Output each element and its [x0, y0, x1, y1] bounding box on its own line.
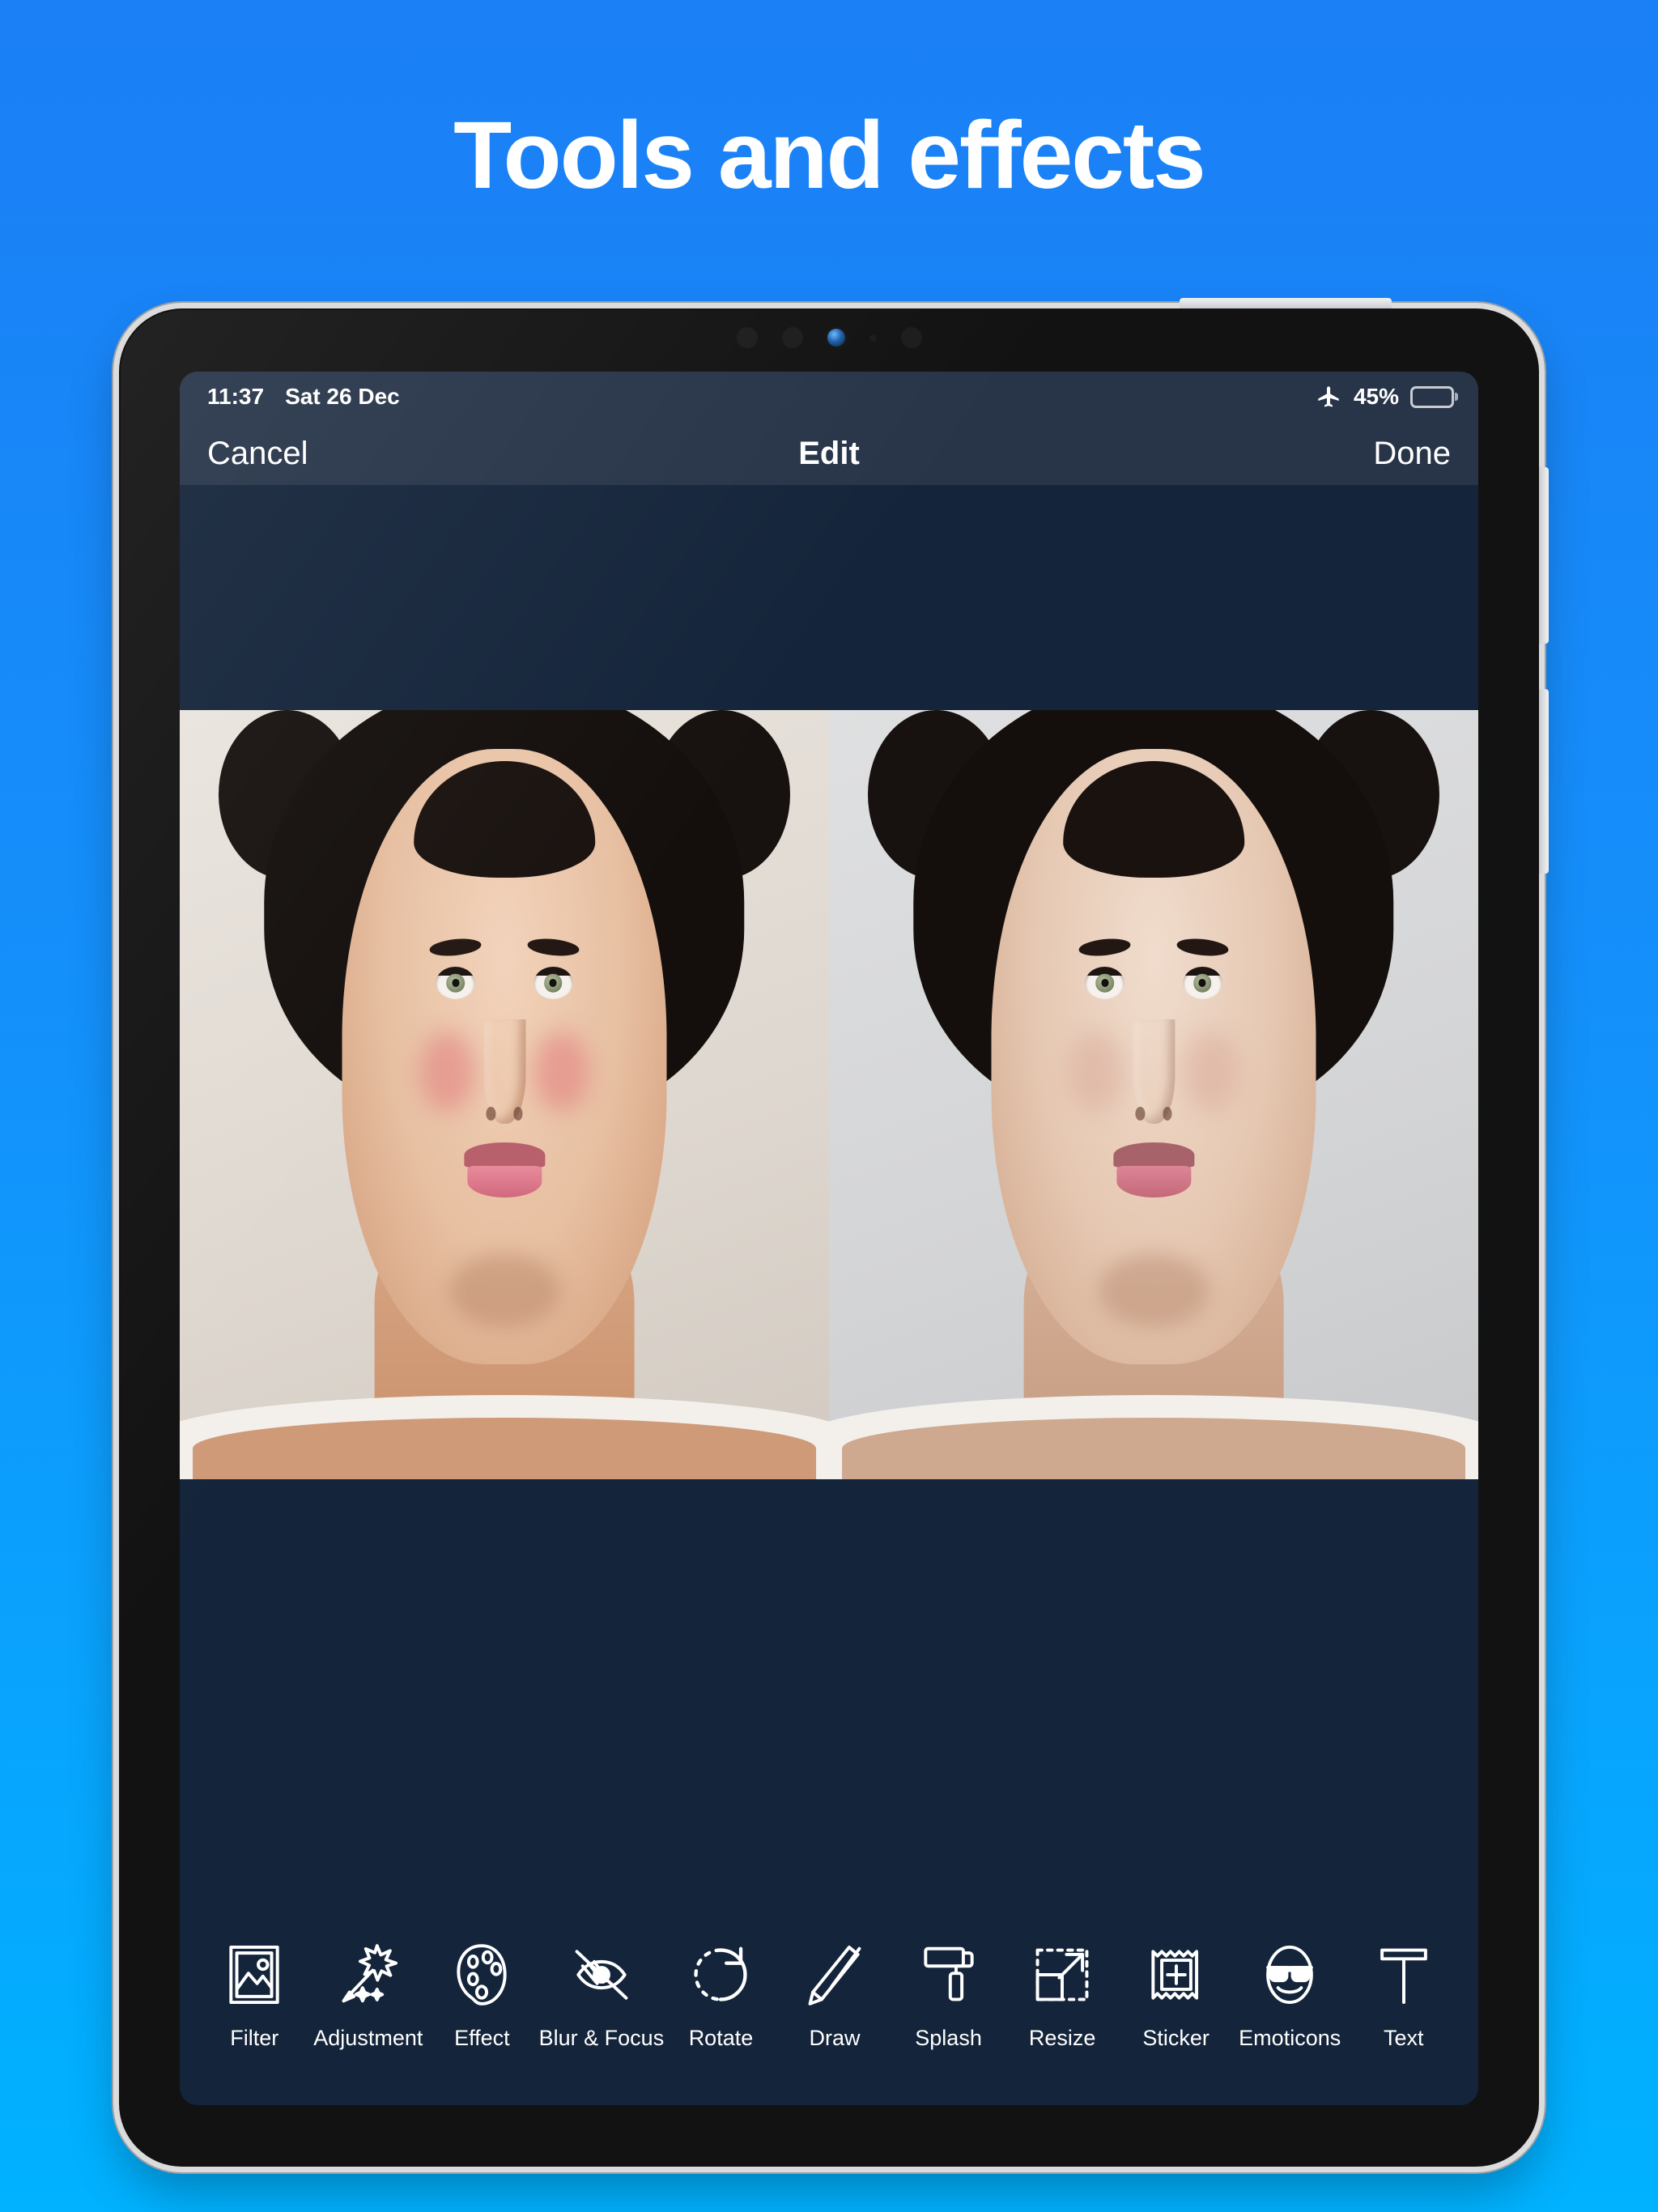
tool-blur-focus[interactable]: Blur & Focus [538, 1940, 665, 2051]
battery-icon [1410, 385, 1454, 408]
nav-title: Edit [798, 435, 860, 471]
tool-text[interactable]: Text [1346, 1940, 1460, 2051]
front-camera-lens-icon [827, 329, 845, 347]
edited-photo[interactable] [829, 710, 1478, 1479]
ambient-light-sensor [869, 334, 877, 342]
tool-label: Filter [230, 2026, 279, 2050]
battery-percent-label: 45% [1353, 384, 1399, 409]
before-after-comparison[interactable] [180, 710, 1478, 1479]
tool-rotate[interactable]: Rotate [664, 1940, 778, 2051]
pencil-icon [800, 1940, 869, 2010]
smiley-sunglasses-icon [1255, 1940, 1324, 2010]
tool-label: Adjustment [313, 2026, 423, 2050]
resize-arrow-icon [1027, 1940, 1097, 2010]
camera-sensor-array [119, 317, 1539, 359]
tool-sticker[interactable]: Sticker [1119, 1940, 1233, 2051]
magic-wand-icon [334, 1940, 403, 2010]
tool-filter[interactable]: Filter [198, 1940, 312, 2051]
eye-slash-icon [567, 1940, 636, 2010]
palette-icon [447, 1940, 517, 2010]
sticker-plus-icon [1141, 1940, 1211, 2010]
tool-label: Text [1383, 2026, 1424, 2050]
status-bar-right: 45% [1315, 383, 1454, 410]
tool-label: Emoticons [1239, 2026, 1341, 2050]
tool-label: Rotate [688, 2026, 754, 2050]
sensor-dot [736, 327, 758, 348]
tool-adjustment[interactable]: Adjustment [312, 1940, 426, 2051]
editor-nav-bar: Cancel Edit Done [180, 422, 1478, 485]
tool-label: Splash [915, 2026, 982, 2050]
status-bar: 11:37 Sat 26 Dec 45% [180, 372, 1478, 422]
status-time: 11:37 [207, 384, 265, 409]
status-date: Sat 26 Dec [285, 384, 400, 409]
tool-label: Sticker [1142, 2026, 1209, 2050]
tool-splash[interactable]: Splash [891, 1940, 1005, 2051]
tool-label: Draw [809, 2026, 861, 2050]
tablet-device: 11:37 Sat 26 Dec 45% Cancel Edit Done Fi… [119, 298, 1549, 2167]
volume-up-button[interactable] [1539, 467, 1549, 644]
page-title: Tools and effects [453, 102, 1206, 209]
tool-draw[interactable]: Draw [778, 1940, 892, 2051]
tool-label: Blur & Focus [538, 2026, 665, 2050]
tablet-screen: 11:37 Sat 26 Dec 45% Cancel Edit Done Fi… [180, 372, 1478, 2105]
cancel-button[interactable]: Cancel [207, 436, 308, 472]
done-button[interactable]: Done [1373, 436, 1451, 472]
rotate-arrow-icon [686, 1940, 755, 2010]
tool-emoticons[interactable]: Emoticons [1233, 1940, 1347, 2051]
tools-toolbar: Filter Adjustment Effect Blur & Focus Ro… [180, 1917, 1478, 2105]
status-bar-left: 11:37 Sat 26 Dec [207, 384, 400, 410]
sensor-dot [900, 327, 922, 348]
tool-label: Effect [454, 2026, 510, 2050]
sensor-dot [781, 327, 803, 348]
airplane-icon [1315, 383, 1342, 410]
tool-effect[interactable]: Effect [425, 1940, 539, 2051]
power-button[interactable] [1180, 298, 1392, 308]
volume-down-button[interactable] [1539, 689, 1549, 874]
tool-label: Resize [1028, 2026, 1096, 2050]
original-photo[interactable] [180, 710, 829, 1479]
picture-frame-icon [219, 1940, 289, 2010]
text-t-icon [1369, 1940, 1439, 2010]
paint-roller-icon [914, 1940, 984, 2010]
editor-canvas[interactable] [180, 485, 1478, 1917]
tool-resize[interactable]: Resize [1005, 1940, 1120, 2051]
